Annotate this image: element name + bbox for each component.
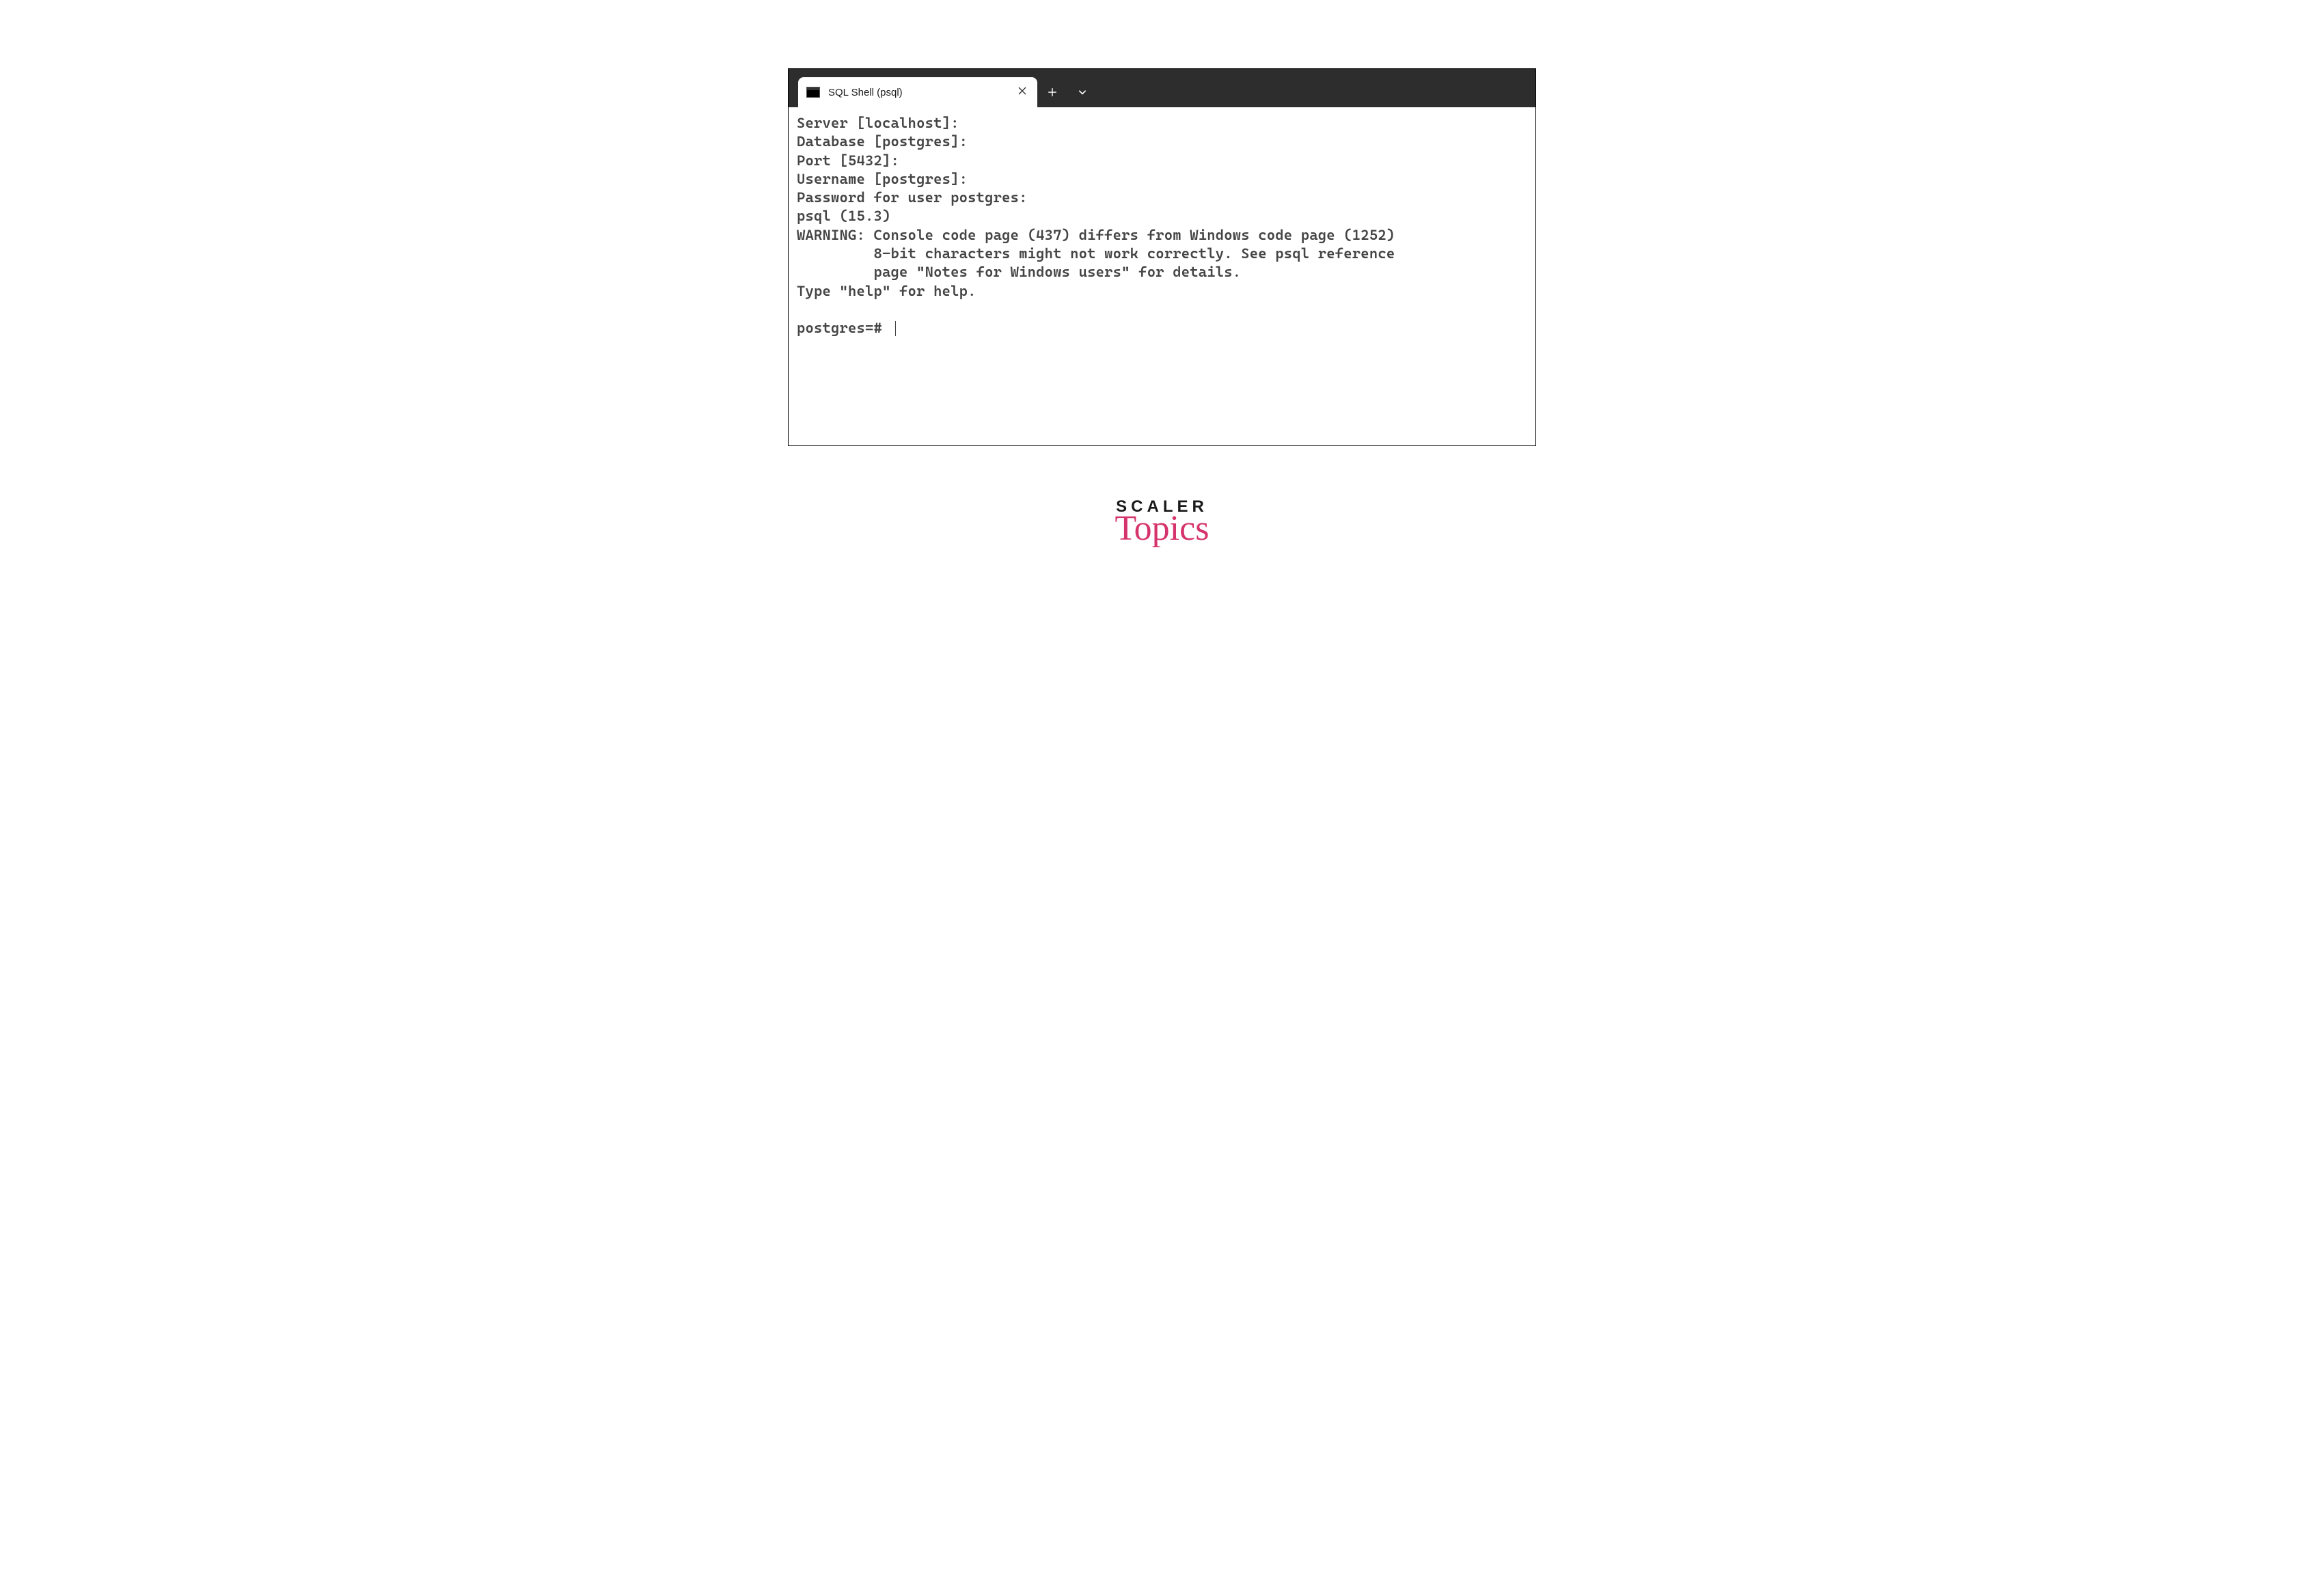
terminal-line: Database [postgres]: [797, 133, 968, 150]
terminal-line: Password for user postgres: [797, 189, 1028, 206]
terminal-content[interactable]: Server [localhost]: Database [postgres]:… [789, 107, 1535, 445]
terminal-tab-icon [806, 87, 820, 98]
brand-logo: SCALER Topics [1115, 497, 1209, 547]
tab-title: SQL Shell (psql) [828, 87, 1015, 98]
titlebar: SQL Shell (psql) [789, 69, 1535, 107]
new-tab-button[interactable] [1037, 77, 1067, 107]
terminal-prompt: postgres=# [797, 320, 891, 336]
tab-dropdown-button[interactable] [1067, 77, 1097, 107]
terminal-line: psql (15.3) [797, 208, 891, 224]
titlebar-actions [1037, 77, 1097, 107]
brand-text-bottom: Topics [1115, 511, 1209, 547]
terminal-line: WARNING: Console code page (437) differs… [797, 227, 1395, 243]
close-icon[interactable] [1015, 83, 1029, 101]
terminal-line: 8-bit characters might not work correctl… [797, 245, 1395, 262]
terminal-tab[interactable]: SQL Shell (psql) [798, 77, 1037, 107]
terminal-line: Server [localhost]: [797, 115, 959, 131]
terminal-line: Port [5432]: [797, 152, 899, 169]
terminal-cursor [895, 321, 897, 336]
terminal-line: Type "help" for help. [797, 283, 976, 299]
terminal-window: SQL Shell (psql) Server [localhost]: Dat… [788, 68, 1536, 446]
terminal-line: page "Notes for Windows users" for detai… [797, 264, 1241, 280]
terminal-line: Username [postgres]: [797, 171, 968, 187]
